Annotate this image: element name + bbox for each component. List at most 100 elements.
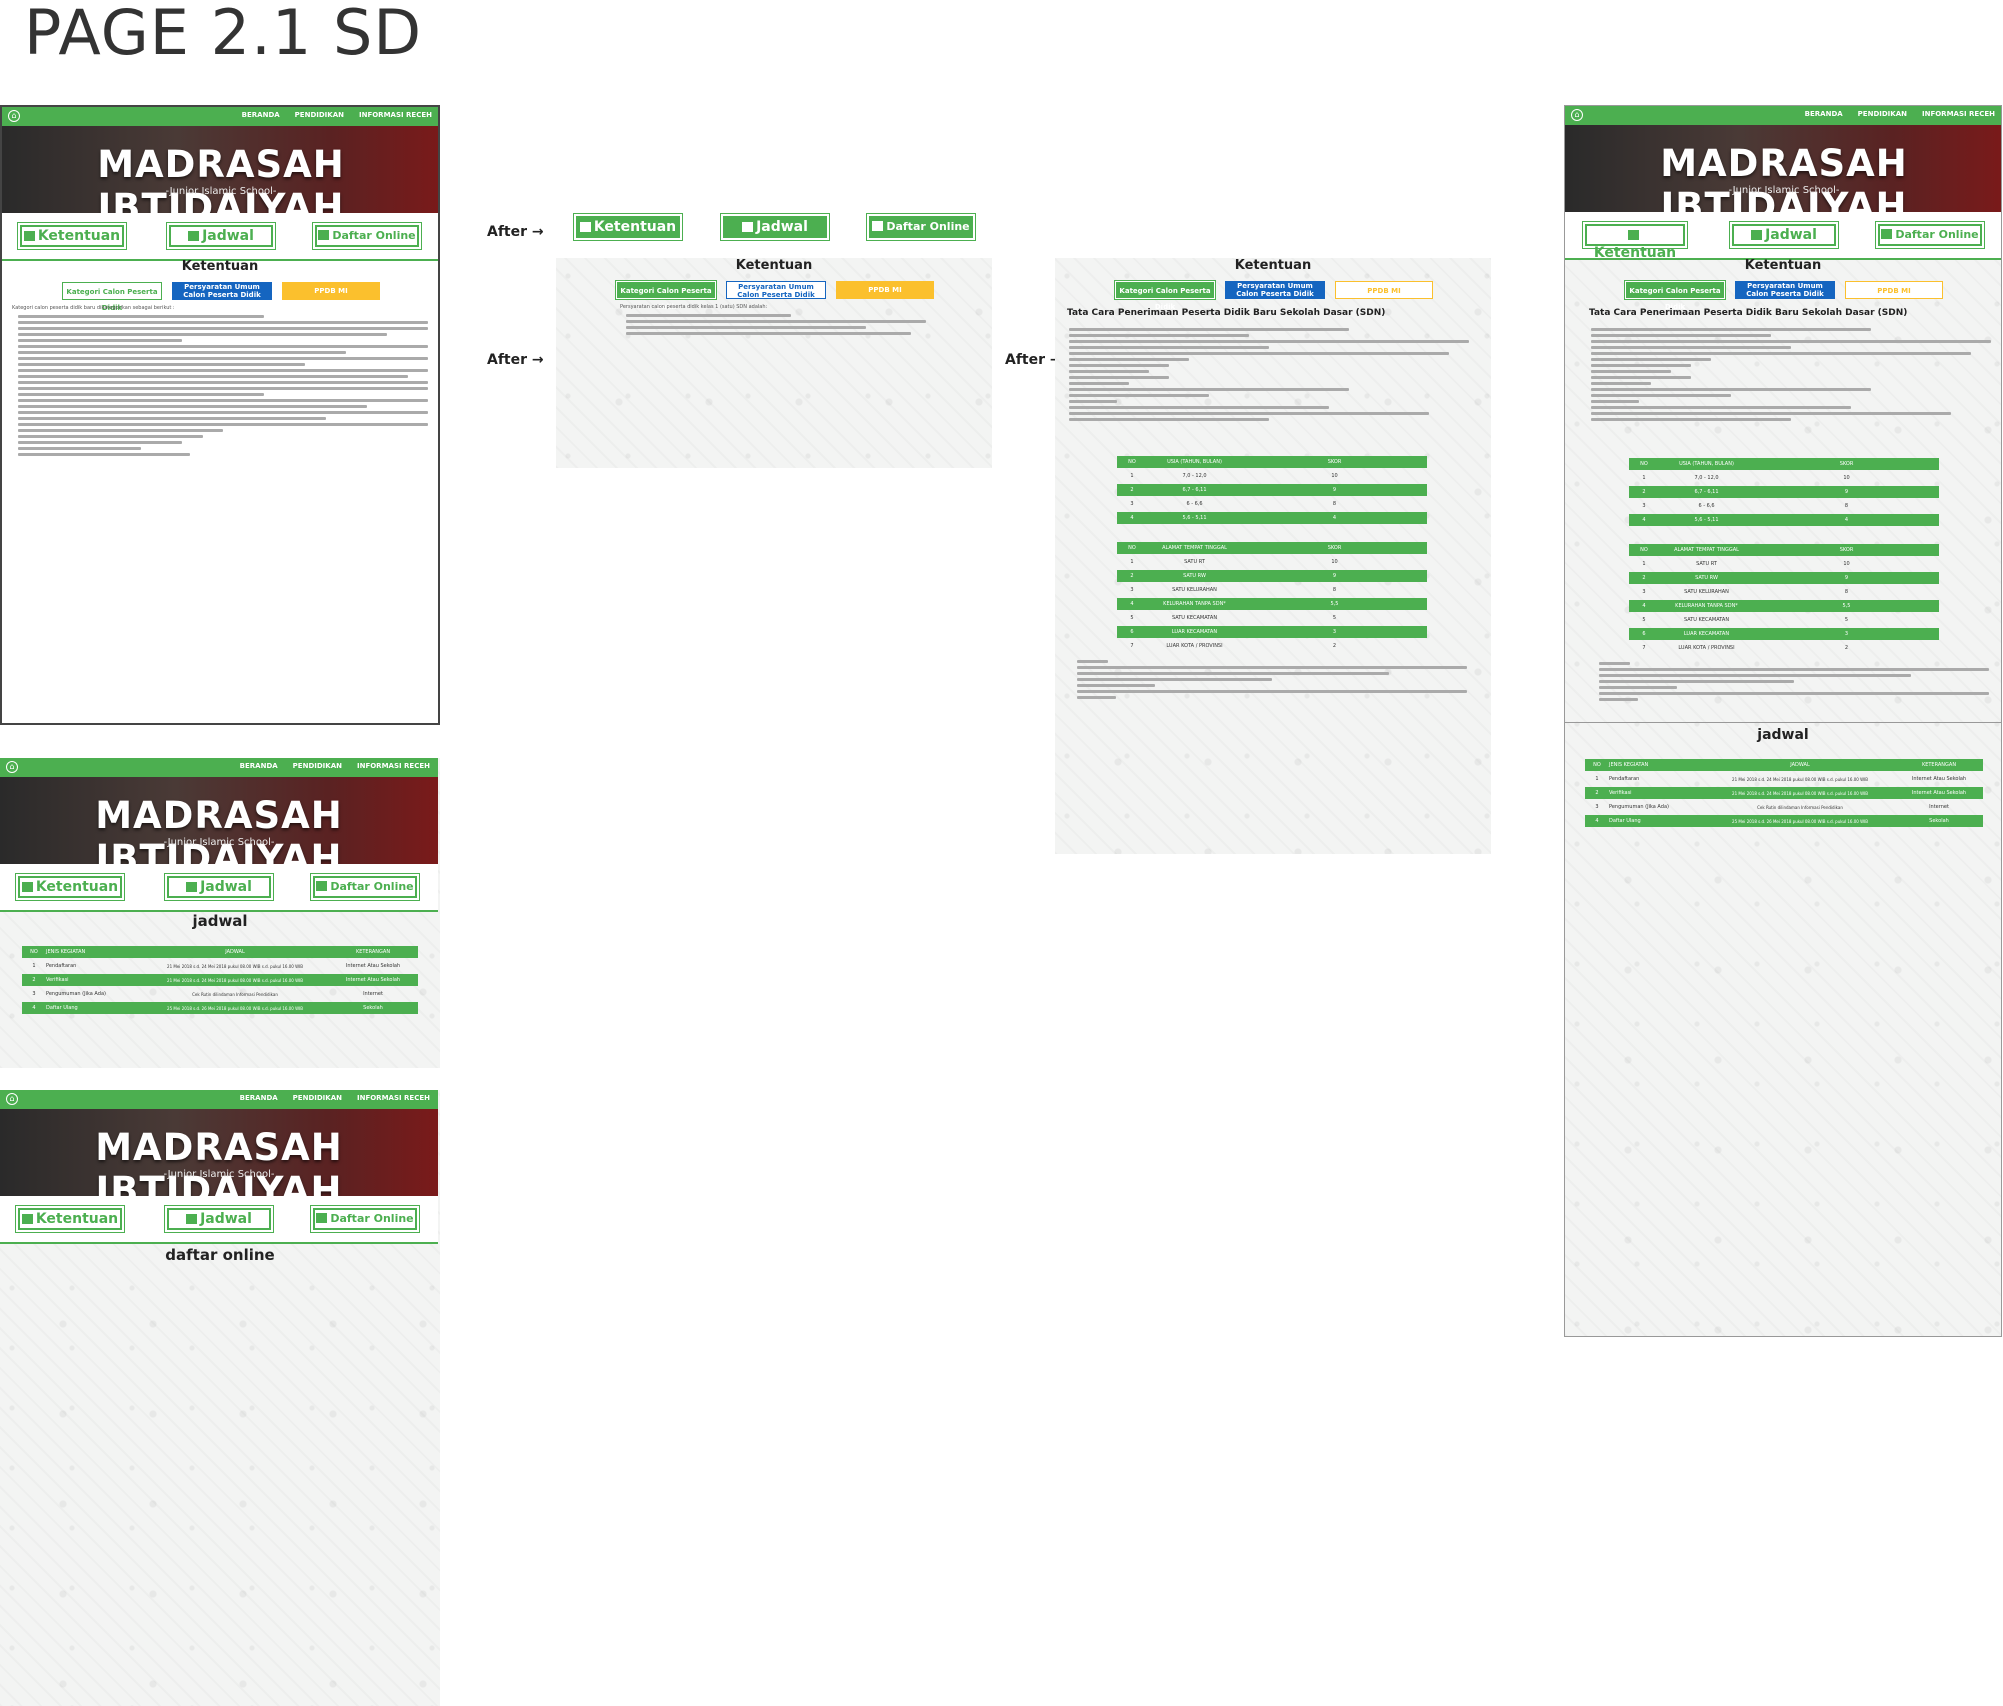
- table-row: 3 Pengumuman (Jika Ada) Cek Rutin dilindam…: [32, 991, 383, 997]
- tab-kategori[interactable]: Kategori Calon Peserta Didik: [615, 280, 717, 311]
- nav-pendidikan[interactable]: PENDIDIKAN: [295, 111, 344, 119]
- tab-jadwal[interactable]: Jadwal: [166, 222, 276, 250]
- tab-daftar-online[interactable]: Daftar Online: [1875, 221, 1985, 249]
- user-icon: [318, 230, 330, 240]
- calendar-icon: [742, 222, 754, 232]
- hero-subtitle: -Junior Islamic School-: [165, 186, 277, 197]
- table-row: 6 LUAR KECAMATAN 3: [1117, 626, 1427, 638]
- nav-beranda[interactable]: BERANDA: [1805, 110, 1843, 118]
- table-icon: [21, 882, 33, 892]
- site-logo-icon[interactable]: ⌂: [6, 761, 18, 773]
- section-tabs: Ketentuan Jadwal Daftar Online: [0, 864, 438, 912]
- nav-informasi[interactable]: INFORMASI RECEH: [1922, 110, 1995, 118]
- table-icon: [23, 231, 35, 241]
- tab-jadwal-active[interactable]: Jadwal: [720, 213, 830, 241]
- tab-ketentuan[interactable]: Ketentuan: [17, 222, 127, 250]
- user-icon: [872, 221, 884, 231]
- frame-daftar-online: ⌂ BERANDA PENDIDIKAN INFORMASI RECEH MAD…: [0, 1090, 440, 1706]
- table-row: 1 SATU RT 10: [1130, 559, 1338, 565]
- tab-ketentuan[interactable]: Ketentuan: [15, 873, 125, 901]
- hero-subtitle: -Junior Islamic School-: [1728, 185, 1840, 196]
- jadwal-section: jadwal NO JENIS KEGIATAN JADWAL KETERANGAN …: [1565, 722, 2001, 1336]
- tab-daftar-online[interactable]: Daftar Online: [310, 1205, 420, 1233]
- nav-beranda[interactable]: BERANDA: [240, 1094, 278, 1102]
- frame-jadwal: ⌂ BERANDA PENDIDIKAN INFORMASI RECEH MAD…: [0, 758, 440, 1068]
- jadwal-table: NO JENIS KEGIATAN JADWAL KETERANGAN 1 Pendaf…: [1585, 759, 1983, 829]
- daftar-online-heading: daftar online: [165, 1246, 275, 1264]
- section-tabs-active: Ketentuan Jadwal Daftar Online: [556, 212, 996, 252]
- table-row: 1 7,0 - 12,0 10: [1642, 475, 1850, 481]
- tab-ketentuan[interactable]: Ketentuan: [15, 1205, 125, 1233]
- site-logo-icon[interactable]: ⌂: [1571, 109, 1583, 121]
- kategori-intro: Kategori calon peserta didik baru dikate…: [12, 305, 175, 311]
- frame-persyaratan: Ketentuan Kategori Calon Peserta Didik P…: [556, 258, 992, 468]
- table-row: 4 5,6 - 5,11 4: [1117, 512, 1427, 524]
- nav-pendidikan[interactable]: PENDIDIKAN: [293, 1094, 342, 1102]
- tata-cara-text: [1069, 328, 1469, 424]
- nav-beranda[interactable]: BERANDA: [242, 111, 280, 119]
- tab-kategori[interactable]: Kategori Calon Peserta Didik: [1624, 280, 1726, 311]
- table-row: 2 SATU RW 9: [1629, 572, 1939, 584]
- section-tabs: Ketentuan Jadwal Daftar Online: [1565, 212, 2001, 261]
- tab-persyaratan[interactable]: Persyaratan Umum Calon Peserta Didik: [1735, 281, 1835, 299]
- tab-persyaratan[interactable]: Persyaratan Umum Calon Peserta Didik: [1225, 281, 1325, 299]
- tab-daftar-online[interactable]: Daftar Online: [312, 222, 422, 250]
- table-row: 4 KELURAHAN TANPA SDN* 5,5: [1629, 600, 1939, 612]
- tab-ppdb[interactable]: PPDB MI: [282, 282, 380, 300]
- tab-jadwal[interactable]: Jadwal: [1729, 221, 1839, 249]
- top-nav: BERANDA PENDIDIKAN INFORMASI RECEH: [240, 762, 430, 770]
- nav-beranda[interactable]: BERANDA: [240, 762, 278, 770]
- table-row: 5 SATU KECAMATAN 5: [1130, 615, 1337, 621]
- after-label-1: After →: [487, 224, 544, 240]
- top-nav: BERANDA PENDIDIKAN INFORMASI RECEH: [242, 111, 432, 119]
- catatan-text: [1077, 660, 1467, 702]
- tab-ppdb[interactable]: PPDB MI: [1335, 281, 1433, 299]
- nav-pendidikan[interactable]: PENDIDIKAN: [1858, 110, 1907, 118]
- site-logo-icon[interactable]: ⌂: [6, 1093, 18, 1105]
- tab-jadwal[interactable]: Jadwal: [164, 1205, 274, 1233]
- jadwal-table: NO JENIS KEGIATAN JADWAL KETERANGAN 1 Pendaf…: [22, 946, 418, 1016]
- calendar-icon: [188, 231, 200, 241]
- tata-cara-text: [1591, 328, 1991, 424]
- site-logo-icon[interactable]: ⌂: [8, 110, 20, 122]
- table-row: 2 6,7 - 6,11 9: [1117, 484, 1427, 496]
- site-header: ⌂ BERANDA PENDIDIKAN INFORMASI RECEH MAD…: [0, 758, 438, 864]
- tab-jadwal[interactable]: Jadwal: [164, 873, 274, 901]
- table-header: NO JENIS KEGIATAN JADWAL KETERANGAN: [22, 946, 418, 958]
- ketentuan-heading: Ketentuan: [181, 259, 259, 274]
- table-header: NO JENIS KEGIATAN JADWAL KETERANGAN: [1585, 759, 1983, 771]
- tata-cara-title: Tata Cara Penerimaan Peserta Didik Baru …: [1067, 308, 1386, 318]
- table-row: 4 5,6 - 5,11 4: [1629, 514, 1939, 526]
- tab-kategori[interactable]: Kategori Calon Peserta Didik: [1114, 280, 1216, 311]
- table-row: 7 LUAR KOTA / PROVINSI 2: [1642, 645, 1849, 651]
- tab-daftar-online[interactable]: Daftar Online: [310, 873, 420, 901]
- tab-ketentuan[interactable]: Ketentuan: [1582, 221, 1688, 261]
- hero-title: MADRASAH IBTIDAIYAH: [97, 143, 345, 213]
- table-row: 3 SATU KELURAHAN 8: [1130, 587, 1337, 593]
- ketentuan-heading: Ketentuan: [1234, 258, 1312, 273]
- table-row: 3 Pengumuman (Jika Ada) Cek Rutin dilindam…: [1595, 804, 1949, 810]
- tab-ketentuan-active[interactable]: Ketentuan: [573, 213, 683, 241]
- table-row: 2 6,7 - 6,11 9: [1629, 486, 1939, 498]
- tab-persyaratan[interactable]: Persyaratan Umum Calon Peserta Didik: [726, 281, 826, 299]
- tab-ppdb[interactable]: PPDB MI: [836, 281, 934, 299]
- jadwal-heading: jadwal: [192, 912, 248, 930]
- persyaratan-intro: Persyaratan calon peserta didik kelas 1 …: [620, 304, 768, 310]
- tata-cara-title: Tata Cara Penerimaan Peserta Didik Baru …: [1589, 308, 1908, 318]
- tab-persyaratan[interactable]: Persyaratan Umum Calon Peserta Didik: [172, 282, 272, 300]
- frame-ppdb: Ketentuan Kategori Calon Peserta Didik P…: [1055, 258, 1491, 854]
- nav-informasi[interactable]: INFORMASI RECEH: [359, 111, 432, 119]
- table-row: 1 SATU RT 10: [1642, 561, 1850, 567]
- nav-informasi[interactable]: INFORMASI RECEH: [357, 762, 430, 770]
- table-icon: [21, 1214, 33, 1224]
- tab-ppdb[interactable]: PPDB MI: [1845, 281, 1943, 299]
- site-header: ⌂ BERANDA PENDIDIKAN INFORMASI RECEH MAD…: [0, 1090, 438, 1196]
- site-header: ⌂ BERANDA PENDIDIKAN INFORMASI RECEH MAD…: [2, 107, 438, 213]
- tab-kategori[interactable]: Kategori Calon Peserta Didik: [62, 282, 162, 312]
- nav-informasi[interactable]: INFORMASI RECEH: [357, 1094, 430, 1102]
- table-row: 2 SATU RW 9: [1117, 570, 1427, 582]
- tab-daftar-active[interactable]: Daftar Online: [866, 213, 976, 241]
- nav-pendidikan[interactable]: PENDIDIKAN: [293, 762, 342, 770]
- calendar-icon: [186, 1214, 198, 1224]
- ketentuan-heading: Ketentuan: [735, 258, 813, 273]
